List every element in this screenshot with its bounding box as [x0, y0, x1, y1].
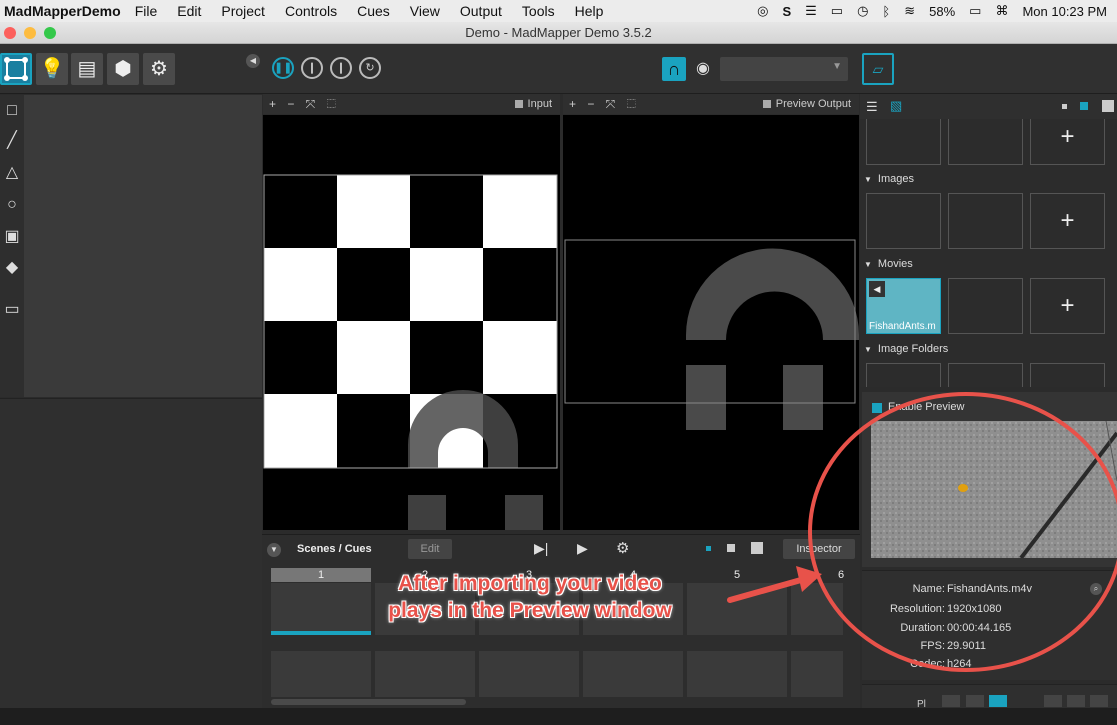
annotation-line-1: After importing your video: [398, 572, 662, 595]
annotation-line-2: plays in the Preview window: [388, 599, 672, 622]
annotation-text: After importing your video plays in the …: [355, 570, 705, 624]
highlight-ellipse: [808, 392, 1117, 672]
annotation-arrow: [727, 566, 822, 603]
